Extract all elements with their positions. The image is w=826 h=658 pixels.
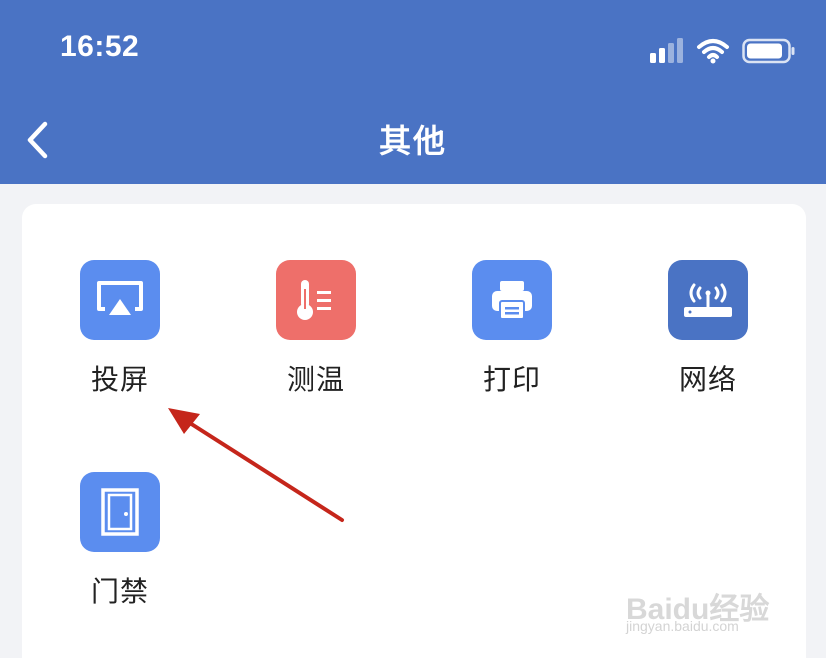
door-icon bbox=[101, 488, 139, 536]
wifi-icon bbox=[697, 39, 729, 64]
signal-icon bbox=[650, 38, 683, 63]
thermometer-icon bbox=[297, 280, 331, 320]
grid-item-screen-cast[interactable]: 投屏 bbox=[50, 260, 190, 410]
status-icons bbox=[648, 33, 796, 69]
grid-item-print[interactable]: 打印 bbox=[442, 260, 582, 410]
grid-item-label: 投屏 bbox=[90, 363, 149, 396]
grid-item-label: 打印 bbox=[482, 363, 541, 396]
screen: 16:52 其他 投屏 测温 打印 网络 门禁 Baidu经验 jingyan.… bbox=[0, 0, 826, 658]
print-tile bbox=[472, 260, 552, 340]
network-tile bbox=[668, 260, 748, 340]
status-time: 16:52 bbox=[60, 30, 140, 63]
screen-cast-tile bbox=[80, 260, 160, 340]
page-title: 其他 bbox=[378, 122, 447, 160]
nav-header: 16:52 其他 bbox=[0, 0, 826, 184]
watermark-url: jingyan.baidu.com bbox=[626, 618, 739, 634]
grid-item-label: 网络 bbox=[678, 363, 737, 396]
battery-icon bbox=[742, 38, 795, 64]
grid-item-label: 门禁 bbox=[90, 575, 149, 608]
grid-item-network[interactable]: 网络 bbox=[638, 260, 778, 410]
screen-cast-icon bbox=[97, 281, 143, 315]
temperature-tile bbox=[276, 260, 356, 340]
grid-item-temperature[interactable]: 测温 bbox=[246, 260, 386, 410]
router-icon bbox=[684, 283, 732, 317]
access-control-tile bbox=[80, 472, 160, 552]
printer-icon bbox=[492, 281, 532, 320]
red-arrow-annotation bbox=[168, 408, 344, 522]
baidu-watermark: Baidu经验 jingyan.baidu.com bbox=[626, 560, 786, 650]
grid-item-label: 测温 bbox=[286, 363, 345, 396]
